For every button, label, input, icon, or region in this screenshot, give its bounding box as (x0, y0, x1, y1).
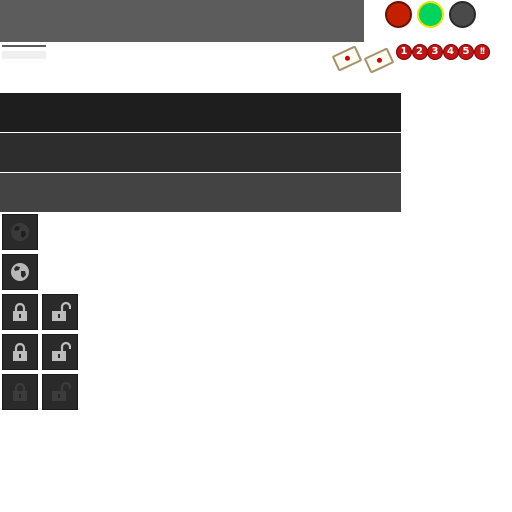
status-light-gray[interactable] (449, 1, 476, 28)
dark-panel-bar-3[interactable] (0, 173, 401, 212)
lock-button[interactable] (2, 334, 38, 370)
unlock-button[interactable] (42, 334, 78, 370)
badge-3: 3 (427, 44, 443, 60)
slider-background (2, 51, 46, 59)
unlock-button-disabled[interactable] (42, 374, 78, 410)
globe-button-disabled[interactable] (2, 214, 38, 250)
lock-button[interactable] (2, 294, 38, 330)
lock-icon (13, 382, 27, 401)
unlock-icon (52, 381, 71, 401)
status-light-green[interactable] (417, 1, 444, 28)
lock-button-disabled[interactable] (2, 374, 38, 410)
title-bar (0, 0, 364, 42)
status-light-red[interactable] (385, 1, 412, 28)
sprite-sheet-canvas: 1 2 3 4 5 !! (0, 0, 512, 512)
globe-icon (11, 263, 29, 281)
globe-icon (11, 223, 29, 241)
badge-5: 5 (458, 44, 474, 60)
envelope-seal (376, 56, 383, 64)
dark-panel-bar-1[interactable] (0, 93, 401, 132)
slider-control[interactable] (2, 45, 46, 60)
envelope-icon[interactable] (363, 47, 395, 74)
unlock-icon (52, 341, 71, 361)
badge-1: 1 (396, 44, 412, 60)
notification-badges: 1 2 3 4 5 !! (396, 44, 490, 60)
badge-alert: !! (473, 44, 490, 60)
unlock-icon (52, 301, 71, 321)
badge-4: 4 (442, 44, 459, 60)
envelope-seal (344, 54, 351, 62)
slider-track (2, 45, 46, 47)
envelope-icon[interactable] (331, 45, 363, 72)
unlock-button[interactable] (42, 294, 78, 330)
lock-icon (13, 302, 27, 321)
dark-panel-bar-2[interactable] (0, 133, 401, 172)
lock-icon (13, 342, 27, 361)
badge-2: 2 (411, 44, 428, 60)
globe-button[interactable] (2, 254, 38, 290)
